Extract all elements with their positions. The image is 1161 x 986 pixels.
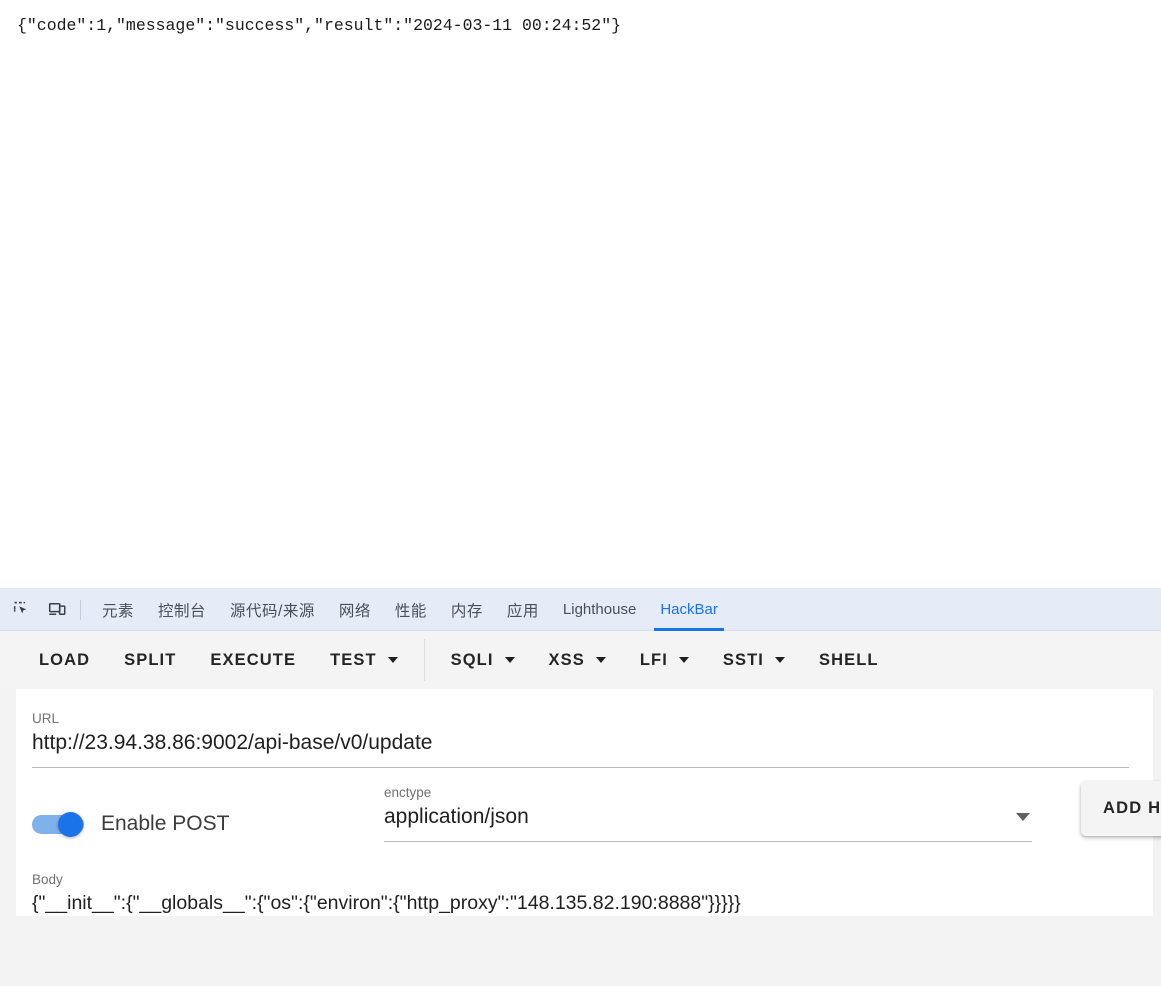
enable-post-toggle[interactable]: Enable POST	[32, 812, 384, 854]
tab-label: 内存	[450, 602, 483, 620]
add-header-button[interactable]: ADD HEADER	[1081, 781, 1161, 836]
devtools-tab-network[interactable]: 网络	[327, 589, 383, 631]
url-input[interactable]: http://23.94.38.86:9002/api-base/v0/upda…	[32, 729, 1129, 757]
device-toolbar-icon[interactable]	[42, 595, 72, 625]
devtools-tab-console[interactable]: 控制台	[146, 589, 218, 631]
tab-label: 元素	[102, 602, 135, 620]
load-button[interactable]: LOAD	[22, 640, 107, 680]
body-field[interactable]: Body {"__init__":{"__globals__":{"os":{"…	[8, 854, 1153, 916]
ssti-menu-button[interactable]: SSTI	[706, 640, 802, 680]
devtools-tab-application[interactable]: 应用	[495, 589, 551, 631]
tab-label: 控制台	[158, 602, 207, 620]
devtools-tab-elements[interactable]: 元素	[90, 589, 146, 631]
hackbar-toolbar: LOAD SPLIT EXECUTE TEST SQLI XSS LFI SST…	[0, 631, 1161, 689]
sqli-menu-button[interactable]: SQLI	[434, 640, 532, 680]
devtools-tab-strip: 元素 控制台 源代码/来源 网络 性能 内存 应用 Lighthouse Hac…	[0, 589, 1161, 631]
button-label: LOAD	[39, 650, 91, 669]
post-settings-row: Enable POST enctype application/json ADD…	[8, 768, 1161, 854]
enctype-select[interactable]: enctype application/json	[384, 785, 1032, 854]
toolbar-divider	[80, 599, 81, 620]
toggle-switch[interactable]	[32, 812, 84, 837]
button-label: XSS	[548, 650, 585, 669]
browser-page-viewport: {"code":1,"message":"success","result":"…	[0, 0, 1161, 589]
enctype-value: application/json	[384, 805, 529, 828]
inspect-element-icon[interactable]	[6, 595, 36, 625]
button-label: LFI	[639, 650, 668, 669]
tab-label: 源代码/来源	[230, 602, 315, 620]
button-label: SPLIT	[124, 650, 177, 669]
chevron-down-icon	[387, 657, 398, 663]
tab-label: 应用	[506, 602, 539, 620]
split-button[interactable]: SPLIT	[107, 640, 193, 680]
chevron-down-icon	[595, 657, 606, 663]
body-label: Body	[32, 872, 63, 887]
chevron-down-icon	[775, 657, 785, 663]
chevron-down-icon	[678, 657, 689, 663]
test-menu-button[interactable]: TEST	[313, 640, 415, 680]
chevron-down-icon	[504, 657, 515, 663]
execute-button[interactable]: EXECUTE	[193, 640, 313, 680]
hackbar-form-card: URL http://23.94.38.86:9002/api-base/v0/…	[8, 689, 1161, 916]
button-label: ADD HEADER	[1103, 799, 1161, 817]
url-label: URL	[32, 711, 60, 726]
tab-label: HackBar	[660, 601, 718, 618]
devtools-tab-sources[interactable]: 源代码/来源	[218, 589, 327, 631]
devtools-tab-memory[interactable]: 内存	[439, 589, 495, 631]
chevron-down-icon[interactable]	[1016, 813, 1030, 821]
devtools-tab-performance[interactable]: 性能	[383, 589, 439, 631]
shell-button[interactable]: SHELL	[802, 640, 896, 680]
tab-label: 性能	[394, 602, 427, 620]
devtools-tab-lighthouse[interactable]: Lighthouse	[551, 589, 648, 631]
field-underline	[384, 841, 1032, 842]
lfi-menu-button[interactable]: LFI	[623, 640, 706, 680]
button-label: SSTI	[722, 650, 764, 669]
enable-post-label: Enable POST	[101, 812, 230, 835]
button-label: EXECUTE	[210, 650, 297, 669]
devtools-tab-hackbar[interactable]: HackBar	[648, 589, 730, 631]
button-label: SQLI	[450, 650, 494, 669]
button-label: SHELL	[819, 650, 879, 669]
json-response-text: {"code":1,"message":"success","result":"…	[17, 16, 621, 35]
xss-menu-button[interactable]: XSS	[532, 640, 623, 680]
toggle-knob	[58, 812, 83, 837]
toolbar-divider	[423, 639, 425, 681]
url-field[interactable]: URL http://23.94.38.86:9002/api-base/v0/…	[8, 689, 1153, 768]
tab-label: Lighthouse	[562, 601, 637, 618]
body-input[interactable]: {"__init__":{"__globals__":{"os":{"envir…	[32, 890, 1129, 916]
enctype-label: enctype	[384, 785, 432, 800]
hackbar-panel: LOAD SPLIT EXECUTE TEST SQLI XSS LFI SST…	[0, 631, 1161, 986]
tab-label: 网络	[338, 602, 371, 620]
button-label: TEST	[330, 650, 377, 669]
